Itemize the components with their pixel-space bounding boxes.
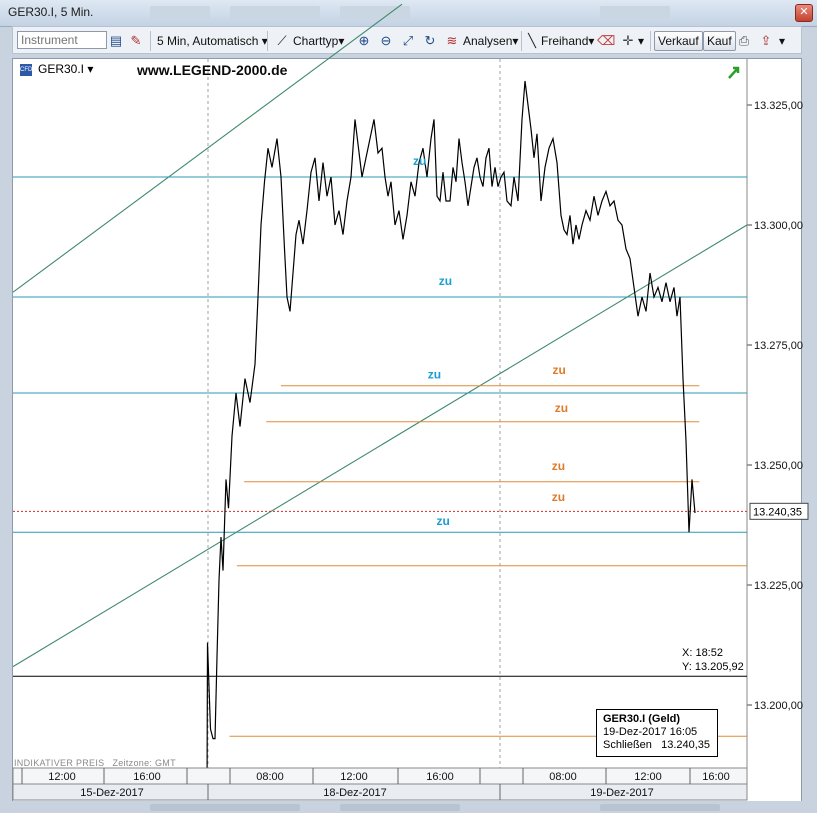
trend-line — [12, 3, 403, 293]
zu-annotation: zu — [437, 514, 450, 528]
x-tick-label: 12:00 — [634, 771, 662, 783]
status-placeholder — [150, 804, 300, 811]
info-close-label: Schließen — [603, 739, 652, 751]
uptrend-arrow-icon — [728, 66, 740, 79]
crosshair-x: X: 18:52 — [682, 647, 723, 659]
info-datetime: 19-Dez-2017 16:05 — [603, 726, 698, 738]
info-title: GER30.I (Geld) — [603, 713, 681, 725]
y-tick-label: 13.275,00 — [754, 340, 803, 352]
y-tick-label: 13.300,00 — [754, 220, 803, 232]
chart-legend[interactable]: CFD GER30.I ▾ — [20, 62, 93, 76]
status-placeholder — [340, 804, 460, 811]
y-tick-label: 13.250,00 — [754, 460, 803, 472]
y-tick-label: 13.325,00 — [754, 100, 803, 112]
timezone-note: Zeitzone: GMT — [112, 758, 176, 768]
price-info-box: GER30.I (Geld) 19-Dez-2017 16:05 Schließ… — [596, 709, 718, 757]
x-tick-label: 08:00 — [256, 771, 284, 783]
trend-line — [12, 224, 748, 668]
zu-annotation: zu — [552, 490, 565, 504]
crosshair-y: Y: 13.205,92 — [682, 661, 744, 673]
price-series-line — [206, 80, 696, 797]
zu-annotation: zu — [439, 274, 452, 288]
x-date-label: 15-Dez-2017 — [80, 787, 144, 799]
crosshair-readout: X: 18:52 Y: 13.205,92 — [682, 646, 744, 674]
zu-annotation: zu — [552, 363, 565, 377]
zu-annotation: zu — [413, 154, 426, 168]
x-tick-label: 16:00 — [133, 771, 161, 783]
x-tick-label: 16:00 — [426, 771, 454, 783]
cfd-badge: CFD — [20, 63, 32, 76]
y-tick-label: 13.200,00 — [754, 700, 803, 712]
zu-annotation: zu — [552, 459, 565, 473]
current-price-label: 13.240,35 — [753, 506, 802, 518]
x-tick-label: 08:00 — [549, 771, 577, 783]
x-date-label: 18-Dez-2017 — [323, 787, 387, 799]
x-date-label: 19-Dez-2017 — [590, 787, 654, 799]
x-tick-label: 16:00 — [702, 771, 730, 783]
zu-annotation: zu — [555, 401, 568, 415]
info-close-row: Schließen 13.240,35 — [603, 739, 711, 752]
indicative-price-note: INDIKATIVER PREIS — [14, 758, 105, 768]
price-chart: 13.200,00 13.225,00 13.250,00 13.275,00 13.3… — [12, 3, 809, 801]
legend-symbol: GER30.I — [38, 62, 85, 76]
x-tick-label: 12:00 — [48, 771, 76, 783]
status-bar — [0, 801, 817, 813]
x-tick-label: 12:00 — [340, 771, 368, 783]
zu-annotation: zu — [428, 368, 441, 382]
status-placeholder — [600, 804, 720, 811]
chart-footer: INDIKATIVER PREIS Zeitzone: GMT — [14, 758, 176, 768]
y-tick-label: 13.225,00 — [754, 580, 803, 592]
info-close-value: 13.240,35 — [661, 739, 711, 751]
website-watermark: www.LEGEND-2000.de — [137, 62, 288, 78]
legend-dropdown-icon[interactable]: ▾ — [87, 62, 93, 76]
